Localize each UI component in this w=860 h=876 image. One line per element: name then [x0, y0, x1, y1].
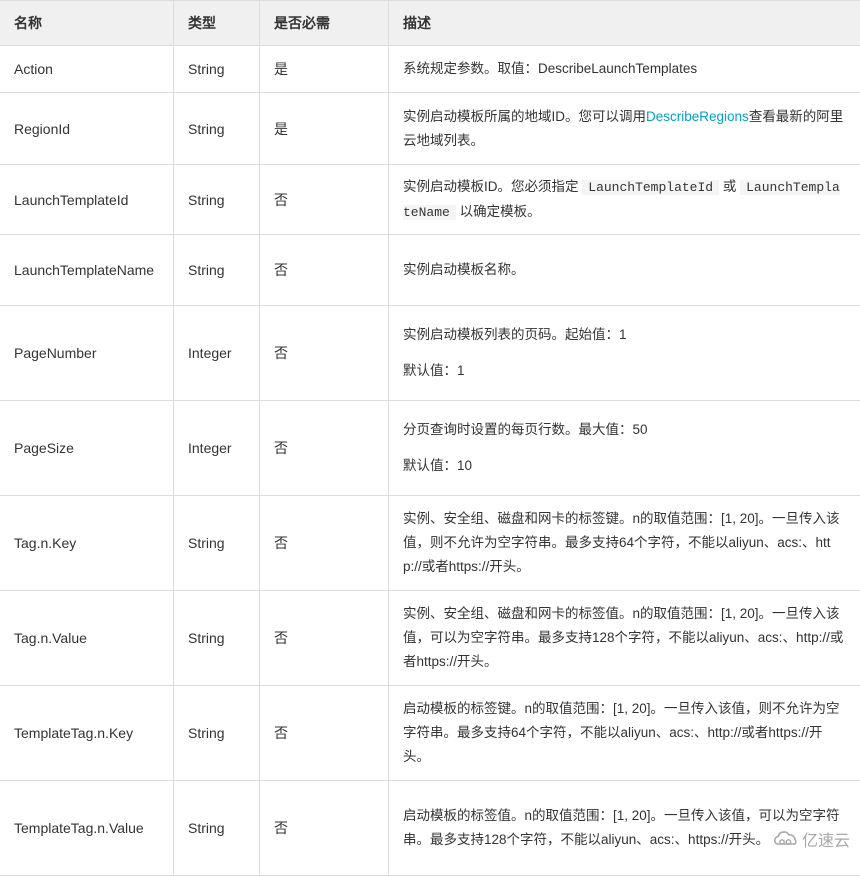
param-name: LaunchTemplateName — [0, 235, 174, 306]
table-header-row: 名称 类型 是否必需 描述 — [0, 1, 860, 46]
param-type: String — [174, 591, 260, 686]
param-description: 启动模板的标签键。n的取值范围：[1, 20]。一旦传入该值，则不允许为空字符串… — [389, 686, 860, 781]
description-text: 以确定模板。 — [460, 204, 541, 219]
table-row: Action String 是 系统规定参数。取值：DescribeLaunch… — [0, 46, 860, 93]
param-name: LaunchTemplateId — [0, 165, 174, 235]
param-required: 否 — [260, 306, 389, 401]
watermark-text: 亿速云 — [802, 827, 850, 851]
table-row: TemplateTag.n.Key String 否 启动模板的标签键。n的取值… — [0, 686, 860, 781]
default-value-text: 默认值：10 — [403, 454, 846, 478]
description-text: 分页查询时设置的每页行数。最大值：50 — [403, 418, 846, 442]
table-row: Tag.n.Value String 否 实例、安全组、磁盘和网卡的标签值。n的… — [0, 591, 860, 686]
param-type: Integer — [174, 306, 260, 401]
param-required: 否 — [260, 496, 389, 591]
default-value-text: 默认值：1 — [403, 359, 846, 383]
parameters-table: 名称 类型 是否必需 描述 Action String 是 系统规定参数。取值：… — [0, 0, 860, 876]
table-row: LaunchTemplateName String 否 实例启动模板名称。 — [0, 235, 860, 306]
header-type: 类型 — [174, 1, 260, 46]
watermark: 亿速云 — [773, 827, 850, 851]
table-row: PageSize Integer 否 分页查询时设置的每页行数。最大值：50 默… — [0, 401, 860, 496]
param-name: PageNumber — [0, 306, 174, 401]
description-text: 实例、安全组、磁盘和网卡的标签值。n的取值范围：[1, 20]。一旦传入该值，可… — [403, 602, 846, 674]
param-description: 实例启动模板名称。 — [389, 235, 860, 306]
param-required: 否 — [260, 165, 389, 235]
code-launch-template-id: LaunchTemplateId — [582, 180, 719, 195]
param-name: Tag.n.Key — [0, 496, 174, 591]
param-required: 否 — [260, 235, 389, 306]
param-name: Action — [0, 46, 174, 93]
param-description: 实例启动模板ID。您必须指定 LaunchTemplateId 或 Launch… — [389, 165, 860, 235]
cloud-logo-icon — [773, 830, 799, 848]
param-name: PageSize — [0, 401, 174, 496]
header-name: 名称 — [0, 1, 174, 46]
param-description: 分页查询时设置的每页行数。最大值：50 默认值：10 — [389, 401, 860, 496]
param-description: 实例、安全组、磁盘和网卡的标签键。n的取值范围：[1, 20]。一旦传入该值，则… — [389, 496, 860, 591]
param-name: TemplateTag.n.Key — [0, 686, 174, 781]
table-row: Tag.n.Key String 否 实例、安全组、磁盘和网卡的标签键。n的取值… — [0, 496, 860, 591]
param-type: String — [174, 686, 260, 781]
describe-regions-link[interactable]: DescribeRegions — [646, 109, 749, 124]
param-required: 是 — [260, 93, 389, 165]
param-name: TemplateTag.n.Value — [0, 781, 174, 876]
param-type: String — [174, 235, 260, 306]
param-type: String — [174, 46, 260, 93]
table-row: RegionId String 是 实例启动模板所属的地域ID。您可以调用Des… — [0, 93, 860, 165]
description-text: 实例启动模板名称。 — [403, 258, 846, 282]
param-description: 实例启动模板列表的页码。起始值：1 默认值：1 — [389, 306, 860, 401]
param-type: String — [174, 496, 260, 591]
description-text: 实例启动模板列表的页码。起始值：1 — [403, 323, 846, 347]
table-row: PageNumber Integer 否 实例启动模板列表的页码。起始值：1 默… — [0, 306, 860, 401]
param-description: 实例启动模板所属的地域ID。您可以调用DescribeRegions查看最新的阿… — [389, 93, 860, 165]
description-text: 启动模板的标签键。n的取值范围：[1, 20]。一旦传入该值，则不允许为空字符串… — [403, 697, 846, 769]
description-text: 实例启动模板ID。您必须指定 — [403, 179, 579, 194]
description-text: 实例、安全组、磁盘和网卡的标签键。n的取值范围：[1, 20]。一旦传入该值，则… — [403, 507, 846, 579]
param-description: 系统规定参数。取值：DescribeLaunchTemplates — [389, 46, 860, 93]
param-type: String — [174, 781, 260, 876]
param-name: RegionId — [0, 93, 174, 165]
param-required: 否 — [260, 781, 389, 876]
param-required: 否 — [260, 401, 389, 496]
param-type: String — [174, 93, 260, 165]
param-required: 是 — [260, 46, 389, 93]
param-required: 否 — [260, 686, 389, 781]
description-text: 系统规定参数。取值：DescribeLaunchTemplates — [403, 57, 846, 81]
param-name: Tag.n.Value — [0, 591, 174, 686]
description-text: 实例启动模板所属的地域ID。您可以调用 — [403, 109, 646, 124]
table-row: LaunchTemplateId String 否 实例启动模板ID。您必须指定… — [0, 165, 860, 235]
description-text: 或 — [723, 179, 737, 194]
header-required: 是否必需 — [260, 1, 389, 46]
param-required: 否 — [260, 591, 389, 686]
param-description: 实例、安全组、磁盘和网卡的标签值。n的取值范围：[1, 20]。一旦传入该值，可… — [389, 591, 860, 686]
param-type: String — [174, 165, 260, 235]
param-type: Integer — [174, 401, 260, 496]
table-row: TemplateTag.n.Value String 否 启动模板的标签值。n的… — [0, 781, 860, 876]
header-description: 描述 — [389, 1, 860, 46]
